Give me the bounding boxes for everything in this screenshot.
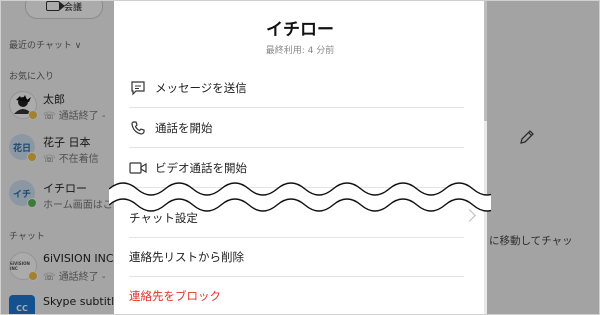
wavy-break-line [109,182,491,212]
scrollbar-thumb[interactable] [484,1,487,121]
send-message-label: メッセージを送信 [155,81,247,95]
block-contact-button[interactable]: 連絡先をブロック [129,277,464,314]
start-call-button[interactable]: 通話を開始 [129,109,464,148]
remove-from-contacts-button[interactable]: 連絡先リストから削除 [129,238,464,277]
panel-scrollbar[interactable] [484,1,487,314]
remove-from-contacts-label: 連絡先リストから削除 [129,250,244,264]
contact-panel: イチロー 最終利用: 4 分前 メッセージを送信 通話を開始 ビデオ通話を開始 … [114,1,486,314]
start-video-call-label: ビデオ通話を開始 [155,161,247,175]
block-contact-label: 連絡先をブロック [129,289,221,303]
start-call-label: 通話を開始 [155,121,213,135]
video-icon [129,159,147,177]
app-window: 会議 最近のチャット ∨ お気に入り 太郎 ☏ 通話終了 - 花日 花子 日本 … [0,0,600,315]
send-message-button[interactable]: メッセージを送信 [129,69,464,108]
message-icon [129,79,147,97]
phone-icon [129,119,147,137]
panel-title: イチロー [266,20,334,40]
last-used-text: 最終利用: 4 分前 [265,46,335,56]
